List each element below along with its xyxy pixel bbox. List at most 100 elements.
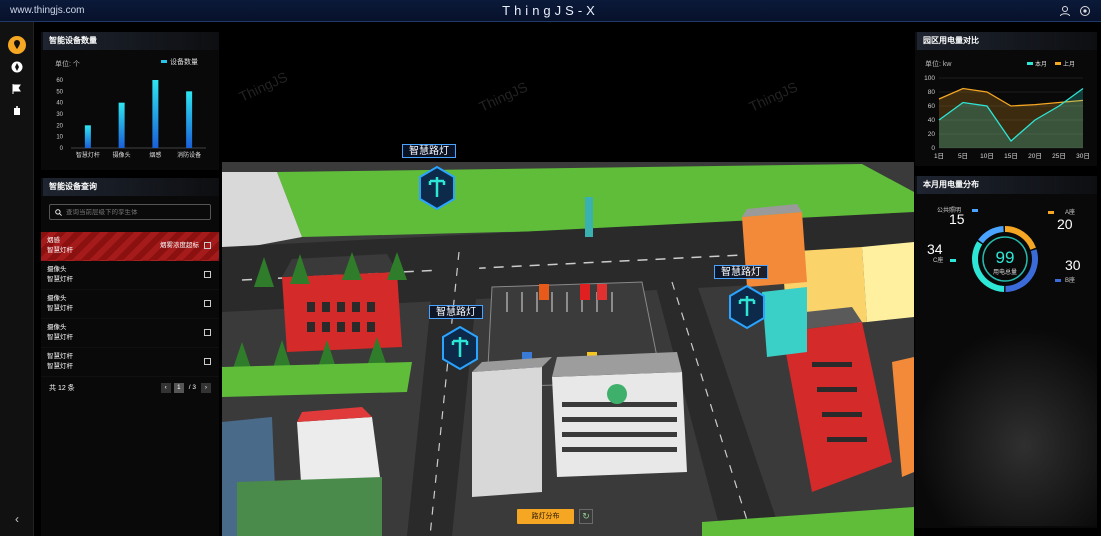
device-parent: 智慧灯杆	[47, 276, 73, 283]
power-compare-chart: 单位: kw 本月 上月 0 20 40 60 80 100 1日 5日 10日 15日 20日 25日 30…	[924, 59, 1090, 160]
segment-name: B座	[1065, 276, 1075, 284]
locate-icon[interactable]	[204, 300, 211, 307]
x-tick-label: 20日	[1028, 152, 1042, 160]
site-url[interactable]: www.thingjs.com	[10, 5, 84, 16]
device-list: 烟感 智慧灯杆 烟雾浓度超标 摄像头 智慧灯杆 摄像头 智慧灯杆 摄像头 智慧灯杆 智慧灯杆 智慧灯…	[41, 232, 219, 377]
power-compare-panel: 园区用电量对比 单位: kw 本月 上月 0 20 40 60 80 100 1日 5日 10日 15日…	[915, 32, 1097, 166]
settings-icon[interactable]	[1079, 5, 1091, 17]
device-type: 摄像头	[47, 324, 67, 331]
watermark: ThingJS	[747, 79, 800, 115]
compass-icon[interactable]	[11, 61, 23, 73]
blur-backdrop	[915, 326, 1097, 526]
streetlight-tag[interactable]: 智慧路灯	[714, 265, 768, 279]
left-rail: ‹	[0, 22, 34, 536]
x-tick-label: 智慧灯杆	[76, 151, 100, 159]
device-list-item[interactable]: 智慧灯杆 智慧灯杆	[41, 348, 219, 377]
legend-label: 设备数量	[170, 57, 198, 66]
device-count-panel: 智能设备数量 单位: 个 设备数量 0 10 20 30 40 50 60 智慧灯杆 摄像头 烟感 消防…	[41, 32, 219, 170]
watermark: ThingJS	[477, 79, 530, 115]
locate-icon[interactable]	[204, 329, 211, 336]
donut-segment	[978, 226, 1004, 244]
search-icon	[55, 208, 62, 216]
x-tick-label: 消防设备	[177, 151, 201, 159]
current-page[interactable]: 1	[173, 383, 184, 393]
location-icon[interactable]	[8, 36, 26, 54]
y-tick-label: 0	[931, 145, 935, 152]
legend-swatch	[1027, 62, 1033, 65]
unit-label: 单位: 个	[55, 59, 80, 68]
bar	[118, 102, 125, 148]
total-value: 99	[996, 248, 1015, 267]
segment-value: 20	[1057, 216, 1073, 232]
bar	[84, 125, 91, 148]
device-list-item[interactable]: 摄像头 智慧灯杆	[41, 261, 219, 290]
legend-swatch	[972, 209, 978, 212]
legend-swatch	[1048, 211, 1054, 214]
3d-scene[interactable]: ThingJS ThingJS ThingJS 智慧路灯 智慧路灯 智慧路灯	[222, 22, 914, 536]
y-tick-label: 40	[56, 101, 63, 107]
power-dist-donut: 99用电总量公共照明15 A座20C座34B座30	[927, 206, 1081, 292]
locate-icon[interactable]	[204, 242, 211, 249]
total-count: 共 12 条	[49, 385, 75, 392]
y-tick-label: 20	[928, 131, 936, 138]
refresh-icon[interactable]: ↻	[579, 509, 593, 524]
device-type: 摄像头	[47, 295, 67, 302]
collapse-icon[interactable]: ‹	[9, 512, 25, 528]
y-tick-label: 80	[928, 89, 936, 96]
streetlight-tag[interactable]: 智慧路灯	[402, 144, 456, 158]
device-list-item[interactable]: 烟感 智慧灯杆 烟雾浓度超标	[41, 232, 219, 261]
device-query-panel: 智能设备查询 烟感智慧灯杆烟雾浓度超标摄像头智慧灯杆摄像头智慧灯杆摄像头智慧灯杆…	[41, 178, 219, 536]
y-tick-label: 10	[56, 135, 63, 141]
device-list-item[interactable]: 摄像头 智慧灯杆	[41, 290, 219, 319]
x-tick-label: 30日	[1076, 152, 1090, 160]
device-type: 摄像头	[47, 266, 67, 273]
prev-page-button[interactable]: ‹	[160, 383, 171, 393]
rail-item[interactable]	[0, 34, 34, 56]
city-scene-image: ThingJS ThingJS ThingJS	[222, 69, 914, 536]
power-dist-panel: 本月用电量分布 99 用电总量 公共照明 15 A座 20 C座 34 B座 30	[915, 176, 1097, 528]
x-tick-label: 5日	[958, 152, 968, 160]
streetlight-marker-icon[interactable]	[727, 284, 767, 330]
streetlight-distribution-button[interactable]: 路灯分布	[517, 509, 574, 524]
rail-item[interactable]	[0, 56, 34, 78]
unit-label: 单位: kw	[925, 59, 952, 68]
y-tick-label: 50	[56, 89, 63, 95]
segment-name: A座	[1065, 208, 1075, 216]
x-tick-label: 15日	[1004, 152, 1018, 160]
y-tick-label: 20	[56, 123, 63, 129]
search-input[interactable]	[66, 208, 206, 216]
device-list-item[interactable]: 摄像头 智慧灯杆	[41, 319, 219, 348]
total-label: 用电总量	[993, 268, 1017, 276]
y-tick-label: 100	[924, 75, 935, 82]
robot-icon[interactable]	[11, 105, 23, 117]
next-page-button[interactable]: ›	[201, 383, 211, 393]
donut-segment	[1004, 226, 1036, 250]
y-tick-label: 60	[928, 103, 936, 110]
streetlight-marker-icon[interactable]	[440, 325, 480, 371]
alert-message: 烟雾浓度超标	[160, 242, 199, 249]
streetlight-tag[interactable]: 智慧路灯	[429, 305, 483, 319]
x-tick-label: 25日	[1052, 152, 1066, 160]
user-icon[interactable]	[1059, 5, 1071, 17]
flag-icon[interactable]	[11, 83, 23, 95]
y-tick-label: 0	[60, 146, 64, 152]
device-parent: 智慧灯杆	[47, 363, 73, 370]
y-tick-label: 40	[928, 117, 936, 124]
search-box[interactable]	[49, 204, 211, 220]
top-bar: www.thingjs.com ThingJS-X	[0, 0, 1101, 22]
streetlight-marker-icon[interactable]	[417, 165, 457, 211]
segment-value: 15	[949, 211, 965, 227]
legend-label: 本月	[1035, 60, 1047, 68]
watermark: ThingJS	[237, 69, 290, 105]
locate-icon[interactable]	[204, 271, 211, 278]
device-parent: 智慧灯杆	[47, 334, 73, 341]
locate-icon[interactable]	[204, 358, 211, 365]
rail-item[interactable]	[0, 78, 34, 100]
x-tick-label: 烟感	[149, 151, 161, 159]
panel-title: 智能设备数量	[41, 32, 219, 50]
segment-name: C座	[933, 256, 943, 264]
panel-title: 园区用电量对比	[915, 32, 1097, 50]
legend-swatch	[950, 259, 956, 262]
rail-item[interactable]	[0, 100, 34, 122]
panel-title: 智能设备查询	[41, 178, 219, 196]
